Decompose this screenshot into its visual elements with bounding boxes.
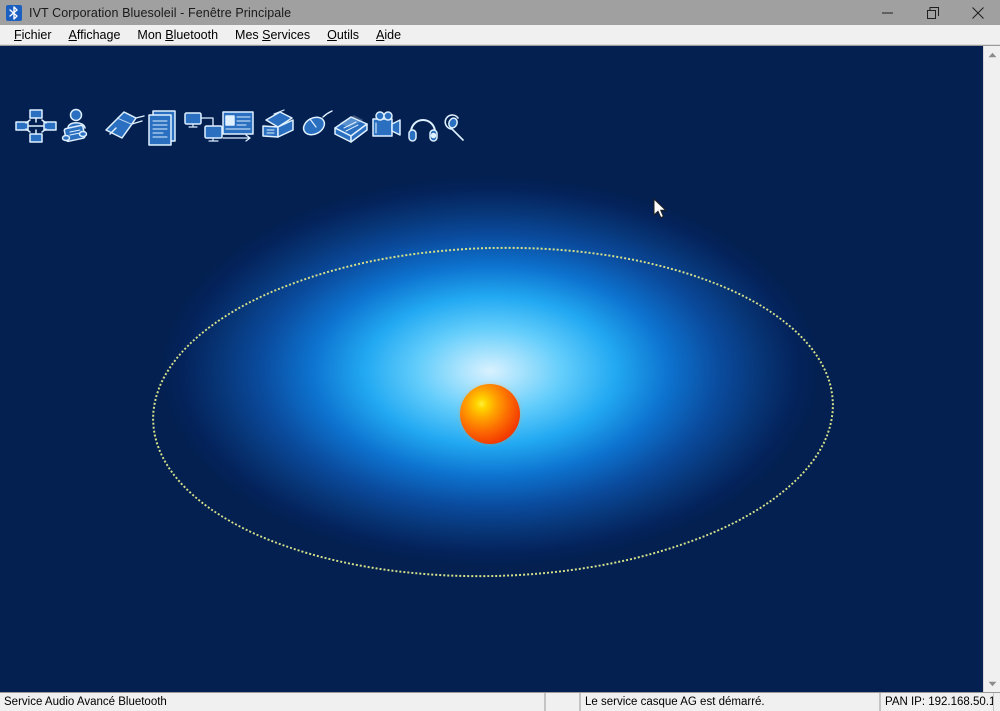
scroll-down-button[interactable] [984,675,1000,692]
title-bar[interactable]: IVT Corporation Bluesoleil - Fenêtre Pri… [0,0,1000,25]
window-controls [865,0,1000,25]
local-device-sphere[interactable] [460,384,520,444]
business-card-icon [222,111,254,142]
status-spacer-panel [545,693,580,711]
menu-affichage[interactable]: Affichage [61,26,130,44]
menu-mes-services[interactable]: Mes Services [227,26,319,44]
bluetooth-icon [6,4,22,21]
scroll-up-button[interactable] [984,46,1000,63]
client-area [0,45,1000,692]
application-window: IVT Corporation Bluesoleil - Fenêtre Pri… [0,0,1000,711]
menu-fichier[interactable]: Fichier [6,26,61,44]
toolbar [15,108,464,146]
mouse-icon [302,110,333,136]
bluetooth-adapter-icon [105,111,145,139]
menu-mon-bluetooth[interactable]: Mon Bluetooth [129,26,227,44]
document-transfer-icon [148,110,176,146]
menu-outils[interactable]: Outils [319,26,368,44]
close-button[interactable] [955,0,1000,25]
status-service-panel: Service Audio Avancé Bluetooth [0,693,545,711]
menu-bar: Fichier Affichage Mon Bluetooth Mes Serv… [0,25,1000,45]
bluetooth-radar-canvas[interactable] [0,46,983,692]
menu-aide[interactable]: Aide [368,26,410,44]
device-search-icon [15,109,57,143]
microphone-headset-icon [444,114,464,141]
status-bar: Service Audio Avancé Bluetooth Le servic… [0,692,1000,711]
person-telephone-icon [61,108,88,143]
network-nodes-icon [184,112,223,142]
scrollbar-track[interactable] [984,63,1000,675]
mouse-cursor [653,198,667,219]
fax-machine-icon [262,109,294,138]
status-resize-grip[interactable] [994,693,1000,711]
window-title: IVT Corporation Bluesoleil - Fenêtre Pri… [29,5,292,20]
vertical-scrollbar[interactable] [983,46,1000,692]
minimize-button[interactable] [865,0,910,25]
headset-icon [408,119,438,142]
restore-button[interactable] [910,0,955,25]
status-message-panel: Le service casque AG est démarré. [580,693,880,711]
printer-icon [334,115,368,143]
video-camera-icon [372,111,401,137]
status-pan-ip-panel: PAN IP: 192.168.50.1 [880,693,994,711]
